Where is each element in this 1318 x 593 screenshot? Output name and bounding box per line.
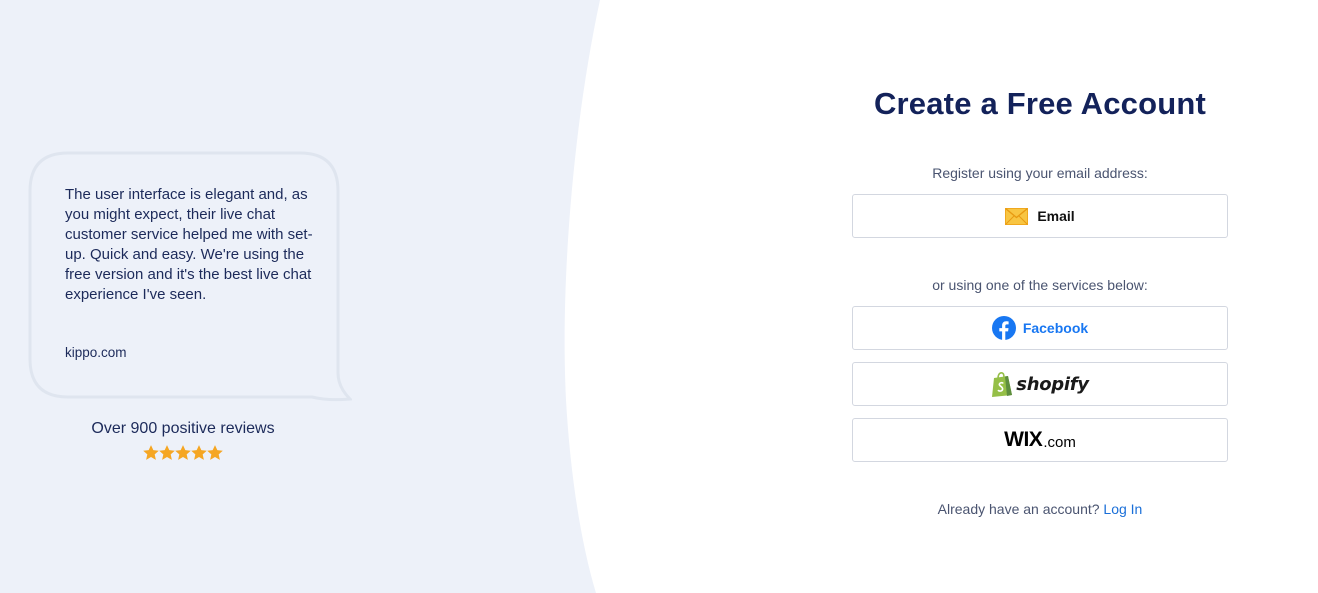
page-title: Create a Free Account <box>873 86 1207 121</box>
reviews-count: Over 900 positive reviews <box>91 420 275 437</box>
login-prompt: Already have an account? <box>937 501 1100 517</box>
star-rating <box>28 444 338 467</box>
shopify-bag-icon <box>992 371 1013 397</box>
services-prompt: or using one of the services below: <box>932 277 1148 293</box>
login-prompt-line: Already have an account? Log In <box>852 501 1228 517</box>
facebook-button-label: Facebook <box>1022 320 1089 336</box>
testimonial-source: kippo.com <box>65 345 127 360</box>
speech-bubble: The user interface is elegant and, as yo… <box>28 151 352 403</box>
wix-logo-suffix: .com <box>1043 433 1076 451</box>
testimonial-panel: The user interface is elegant and, as yo… <box>0 0 620 593</box>
email-signup-button[interactable]: Email <box>852 194 1228 238</box>
login-link[interactable]: Log In <box>1103 501 1142 517</box>
email-button-label: Email <box>1037 208 1075 224</box>
email-prompt: Register using your email address: <box>932 165 1148 181</box>
facebook-icon <box>991 316 1016 340</box>
wix-signup-button[interactable]: WIX .com <box>852 418 1228 462</box>
wix-logo-text: WIX <box>1004 428 1043 451</box>
star-icon <box>207 445 223 460</box>
facebook-signup-button[interactable]: Facebook <box>852 306 1228 350</box>
envelope-icon <box>1005 207 1029 225</box>
shopify-logo-text: shopify <box>1016 373 1089 395</box>
shopify-signup-button[interactable]: shopify <box>852 362 1228 406</box>
testimonial-quote: The user interface is elegant and, as yo… <box>65 186 313 303</box>
